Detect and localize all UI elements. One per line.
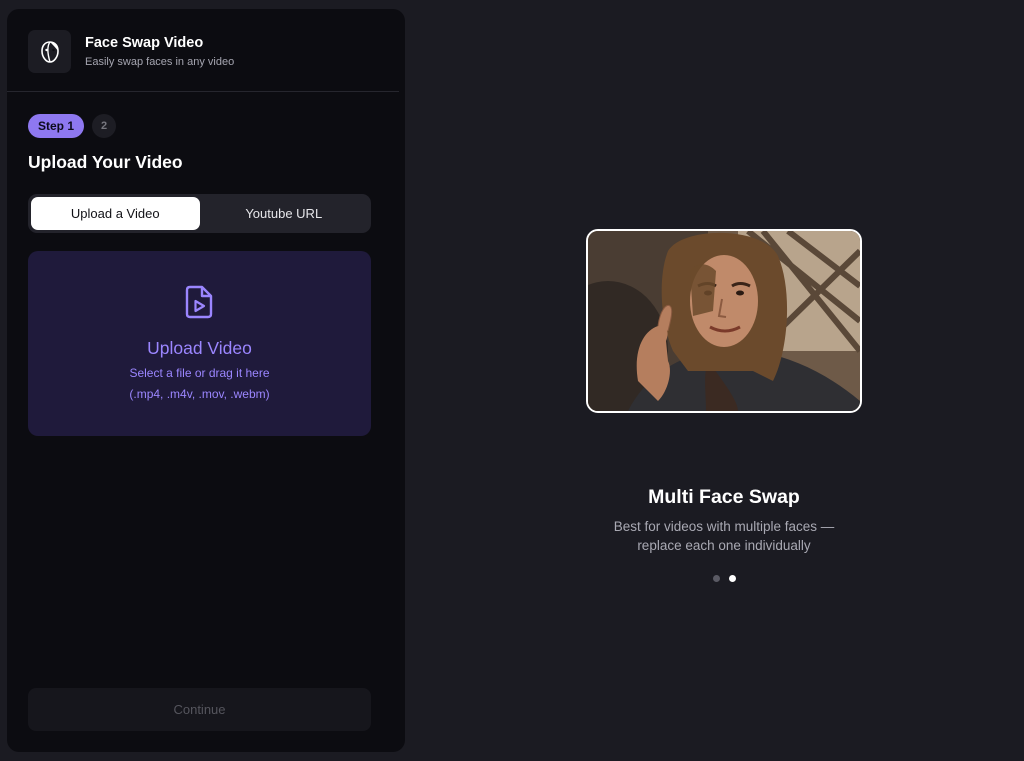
carousel-dot-2[interactable] xyxy=(729,575,736,582)
video-dropzone[interactable]: Upload Video Select a file or drag it he… xyxy=(28,251,371,436)
step-indicator: Step 1 2 xyxy=(28,114,117,138)
showcase-description-line2: replace each one individually xyxy=(637,538,811,553)
tab-upload-video[interactable]: Upload a Video xyxy=(31,197,200,230)
step-current-badge: Step 1 xyxy=(28,114,85,138)
panel-header: Face Swap Video Easily swap faces in any… xyxy=(7,9,399,92)
dropzone-title: Upload Video xyxy=(147,338,252,358)
section-title: Upload Your Video xyxy=(28,152,183,172)
file-video-icon xyxy=(183,284,215,320)
carousel-dot-1[interactable] xyxy=(713,575,720,582)
dropzone-formats: (.mp4, .m4v, .mov, .webm) xyxy=(129,387,270,401)
showcase-description: Best for videos with multiple faces — re… xyxy=(586,517,862,555)
carousel-dots xyxy=(713,575,736,582)
app-title: Face Swap Video xyxy=(85,35,204,51)
face-mask-icon xyxy=(28,30,71,73)
tab-youtube-url[interactable]: Youtube URL xyxy=(200,197,369,230)
page: Face Swap Video Easily swap faces in any… xyxy=(0,0,1024,761)
showcase-preview-image xyxy=(586,229,862,413)
showcase-title: Multi Face Swap xyxy=(648,486,800,508)
continue-button[interactable]: Continue xyxy=(28,688,371,731)
step-next-badge[interactable]: 2 xyxy=(92,114,117,138)
app-subtitle: Easily swap faces in any video xyxy=(85,56,235,68)
showcase-description-line1: Best for videos with multiple faces — xyxy=(613,519,835,534)
upload-panel: Face Swap Video Easily swap faces in any… xyxy=(7,9,405,752)
source-tabs: Upload a Video Youtube URL xyxy=(28,194,371,233)
dropzone-hint: Select a file or drag it here xyxy=(129,366,270,380)
